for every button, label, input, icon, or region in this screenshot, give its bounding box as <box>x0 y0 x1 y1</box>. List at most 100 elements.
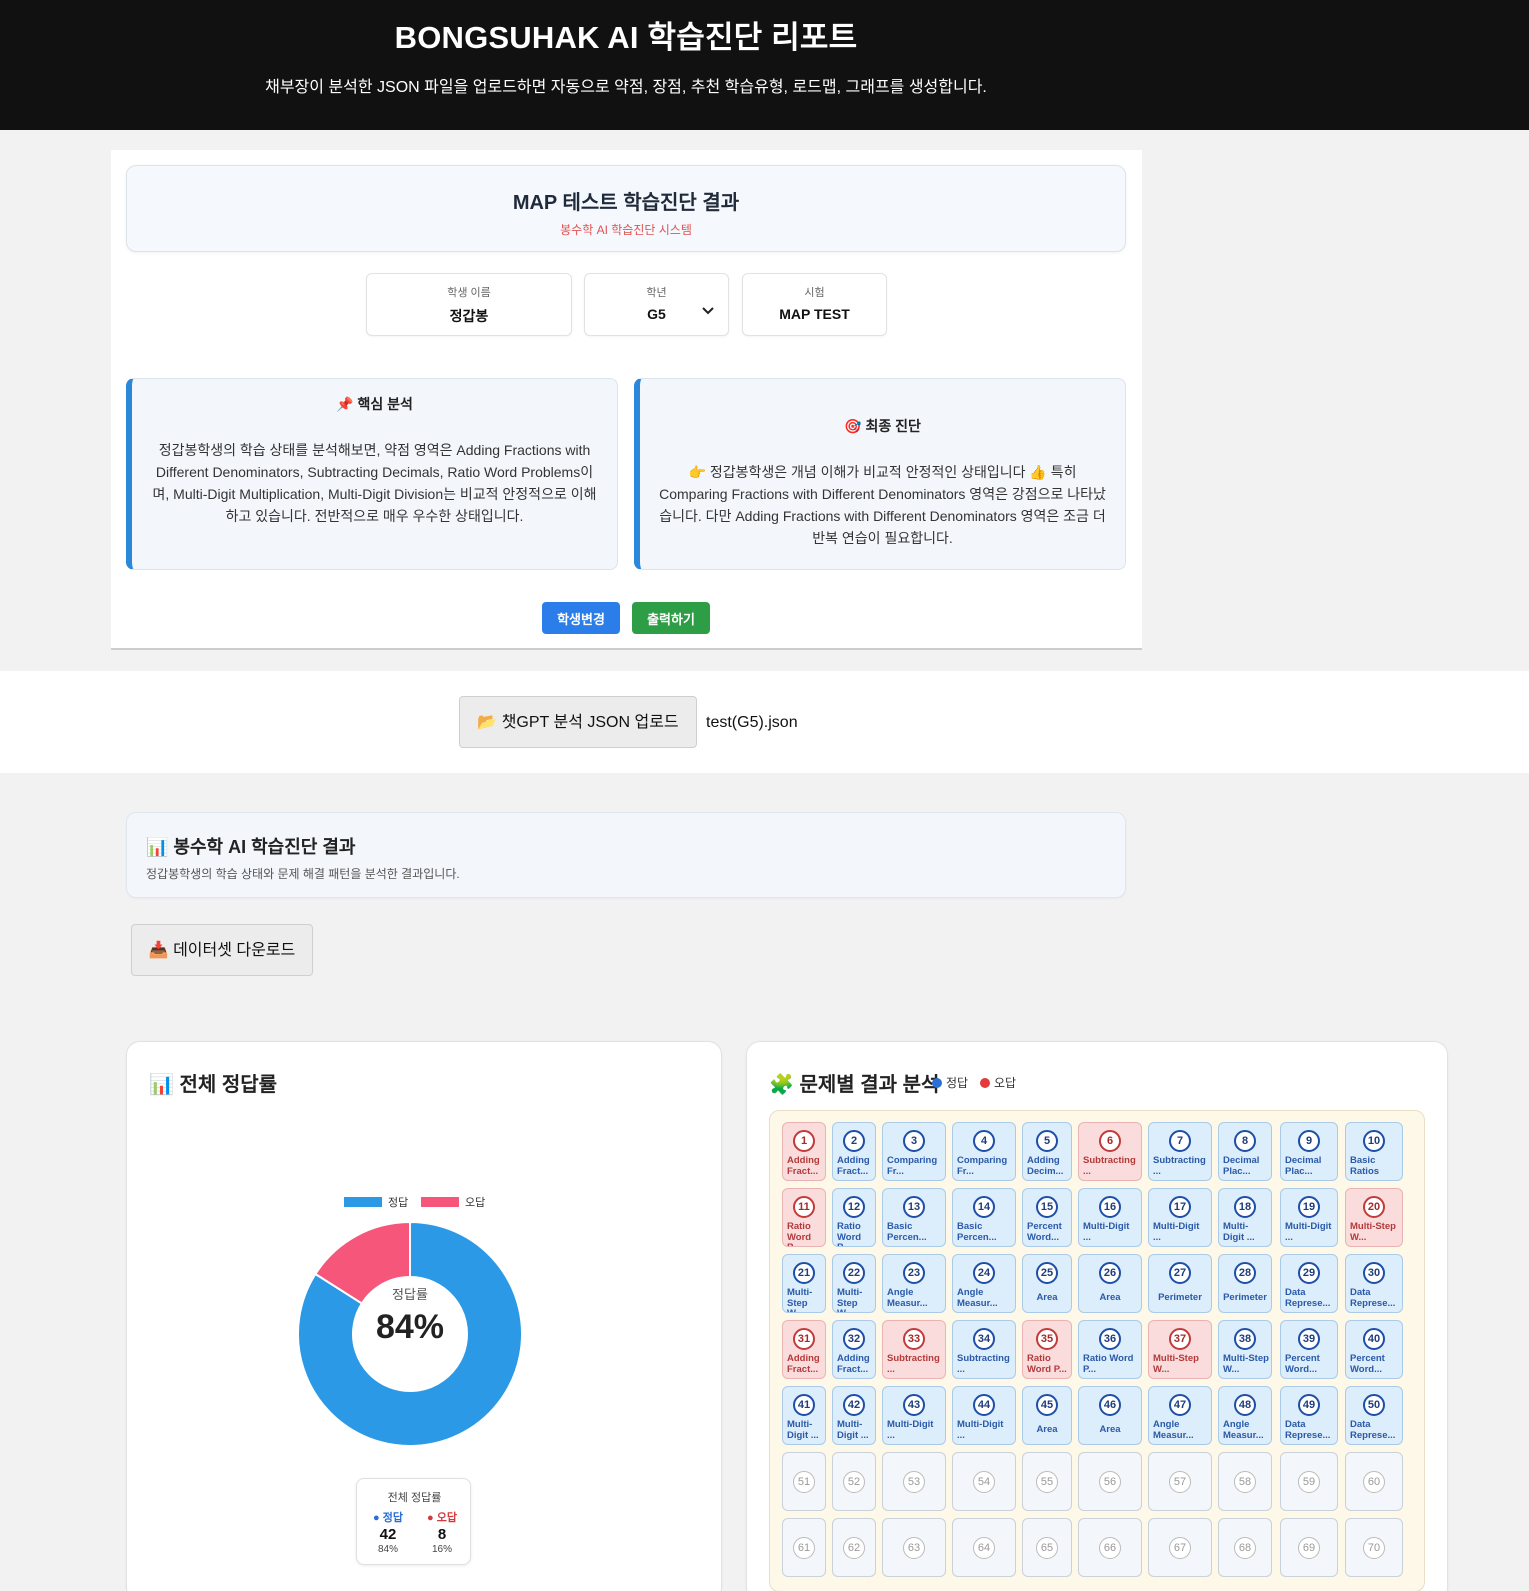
problem-topic-label: Area <box>1036 1425 1058 1435</box>
problem-number: 29 <box>1298 1262 1320 1284</box>
problem-cell-12[interactable]: 12 Ratio Word P... <box>832 1188 876 1247</box>
legend-correct[interactable]: 정답 <box>344 1194 408 1210</box>
problem-cell-52[interactable]: 52 <box>832 1452 876 1511</box>
problem-cell-19[interactable]: 19 Multi-Digit ... <box>1280 1188 1338 1247</box>
problem-cell-26[interactable]: 26 Area <box>1078 1254 1142 1313</box>
problem-cell-50[interactable]: 50 Data Represe... <box>1345 1386 1403 1445</box>
problem-cell-54[interactable]: 54 <box>952 1452 1016 1511</box>
problem-cell-13[interactable]: 13 Basic Percen... <box>882 1188 946 1247</box>
problem-cell-68[interactable]: 68 <box>1218 1518 1272 1577</box>
problem-cell-6[interactable]: 6 Subtracting ... <box>1078 1122 1142 1181</box>
problem-cell-11[interactable]: 11 Ratio Word P... <box>782 1188 826 1247</box>
problem-cell-45[interactable]: 45 Area <box>1022 1386 1072 1445</box>
problem-cell-53[interactable]: 53 <box>882 1452 946 1511</box>
problem-cell-59[interactable]: 59 <box>1280 1452 1338 1511</box>
problem-cell-14[interactable]: 14 Basic Percen... <box>952 1188 1016 1247</box>
problem-number: 70 <box>1363 1537 1385 1559</box>
problem-cell-66[interactable]: 66 <box>1078 1518 1142 1577</box>
problem-cell-41[interactable]: 41 Multi-Digit ... <box>782 1386 826 1445</box>
problem-number: 54 <box>973 1471 995 1493</box>
results-title: 📊 봉수학 AI 학습진단 결과 <box>146 837 356 857</box>
problem-cell-57[interactable]: 57 <box>1148 1452 1212 1511</box>
problem-cell-49[interactable]: 49 Data Represe... <box>1280 1386 1338 1445</box>
grade-select[interactable]: 학년 G5 <box>584 273 729 336</box>
student-name-field[interactable]: 학생 이름 정갑봉 <box>366 273 572 336</box>
problem-cell-32[interactable]: 32 Adding Fract... <box>832 1320 876 1379</box>
problem-cell-2[interactable]: 2 Adding Fract... <box>832 1122 876 1181</box>
problem-cell-28[interactable]: 28 Perimeter <box>1218 1254 1272 1313</box>
problem-cell-67[interactable]: 67 <box>1148 1518 1212 1577</box>
print-button[interactable]: 출력하기 <box>632 602 710 634</box>
legend-label-wrong: 오답 <box>465 1197 486 1209</box>
download-dataset-button[interactable]: 📥 데이터셋 다운로드 <box>131 924 313 976</box>
problem-cell-8[interactable]: 8 Decimal Plac... <box>1218 1122 1272 1181</box>
problem-topic-label: Subtracting ... <box>887 1354 940 1375</box>
problem-number: 5 <box>1036 1130 1058 1152</box>
problem-cell-60[interactable]: 60 <box>1345 1452 1403 1511</box>
problem-cell-20[interactable]: 20 Multi-Step W... <box>1345 1188 1403 1247</box>
problem-cell-25[interactable]: 25 Area <box>1022 1254 1072 1313</box>
problem-cell-61[interactable]: 61 <box>782 1518 826 1577</box>
problem-topic-label: Subtracting ... <box>1153 1156 1206 1177</box>
legend-wrong[interactable]: 오답 <box>421 1194 485 1210</box>
problem-cell-17[interactable]: 17 Multi-Digit ... <box>1148 1188 1212 1247</box>
problem-cell-43[interactable]: 43 Multi-Digit ... <box>882 1386 946 1445</box>
problem-topic-label: Subtracting ... <box>1083 1156 1136 1177</box>
problem-cell-22[interactable]: 22 Multi-Step W... <box>832 1254 876 1313</box>
problem-cell-42[interactable]: 42 Multi-Digit ... <box>832 1386 876 1445</box>
problem-cell-23[interactable]: 23 Angle Measur... <box>882 1254 946 1313</box>
core-analysis-title: 📌 핵심 분석 <box>336 396 413 412</box>
problem-cell-16[interactable]: 16 Multi-Digit ... <box>1078 1188 1142 1247</box>
problem-cell-69[interactable]: 69 <box>1280 1518 1338 1577</box>
problem-cell-55[interactable]: 55 <box>1022 1452 1072 1511</box>
problem-topic-label: Basic Ratios <box>1350 1156 1380 1177</box>
problem-cell-64[interactable]: 64 <box>952 1518 1016 1577</box>
problem-cell-34[interactable]: 34 Subtracting ... <box>952 1320 1016 1379</box>
problem-cell-51[interactable]: 51 <box>782 1452 826 1511</box>
problem-cell-21[interactable]: 21 Multi-Step W... <box>782 1254 826 1313</box>
problem-cell-56[interactable]: 56 <box>1078 1452 1142 1511</box>
problem-number: 35 <box>1036 1328 1058 1350</box>
problem-cell-30[interactable]: 30 Data Represe... <box>1345 1254 1403 1313</box>
problem-cell-18[interactable]: 18 Multi-Digit ... <box>1218 1188 1272 1247</box>
problem-cell-44[interactable]: 44 Multi-Digit ... <box>952 1386 1016 1445</box>
problem-cell-3[interactable]: 3 Comparing Fr... <box>882 1122 946 1181</box>
problem-cell-36[interactable]: 36 Ratio Word P... <box>1078 1320 1142 1379</box>
problem-cell-9[interactable]: 9 Decimal Plac... <box>1280 1122 1338 1181</box>
upload-json-button[interactable]: 📂 챗GPT 분석 JSON 업로드 <box>459 696 697 748</box>
problem-cell-70[interactable]: 70 <box>1345 1518 1403 1577</box>
problem-cell-24[interactable]: 24 Angle Measur... <box>952 1254 1016 1313</box>
change-student-button[interactable]: 학생변경 <box>542 602 620 634</box>
problem-cell-58[interactable]: 58 <box>1218 1452 1272 1511</box>
problem-cell-35[interactable]: 35 Ratio Word P... <box>1022 1320 1072 1379</box>
problem-cell-4[interactable]: 4 Comparing Fr... <box>952 1122 1016 1181</box>
problem-cell-40[interactable]: 40 Percent Word... <box>1345 1320 1403 1379</box>
problem-cell-33[interactable]: 33 Subtracting ... <box>882 1320 946 1379</box>
problem-topic-label: Decimal Plac... <box>1285 1156 1322 1177</box>
problem-cell-1[interactable]: 1 Adding Fract... <box>782 1122 826 1181</box>
problem-cell-38[interactable]: 38 Multi-Step W... <box>1218 1320 1272 1379</box>
problem-cell-39[interactable]: 39 Percent Word... <box>1280 1320 1338 1379</box>
problem-topic-label: Angle Measur... <box>887 1288 928 1309</box>
problem-topic-label: Multi-Digit ... <box>1083 1222 1130 1243</box>
problem-cell-47[interactable]: 47 Angle Measur... <box>1148 1386 1212 1445</box>
problem-cell-31[interactable]: 31 Adding Fract... <box>782 1320 826 1379</box>
problem-topic-label: Area <box>1099 1425 1121 1435</box>
problem-cell-62[interactable]: 62 <box>832 1518 876 1577</box>
problem-number: 67 <box>1169 1537 1191 1559</box>
problem-cell-48[interactable]: 48 Angle Measur... <box>1218 1386 1272 1445</box>
problem-topic-label: Decimal Plac... <box>1223 1156 1260 1177</box>
problem-cell-63[interactable]: 63 <box>882 1518 946 1577</box>
problem-cell-27[interactable]: 27 Perimeter <box>1148 1254 1212 1313</box>
problem-cell-10[interactable]: 10 Basic Ratios <box>1345 1122 1403 1181</box>
problem-cell-29[interactable]: 29 Data Represe... <box>1280 1254 1338 1313</box>
problem-cell-46[interactable]: 46 Area <box>1078 1386 1142 1445</box>
problem-cell-15[interactable]: 15 Percent Word... <box>1022 1188 1072 1247</box>
problem-cell-7[interactable]: 7 Subtracting ... <box>1148 1122 1212 1181</box>
problem-cell-37[interactable]: 37 Multi-Step W... <box>1148 1320 1212 1379</box>
problem-cell-5[interactable]: 5 Adding Decim... <box>1022 1122 1072 1181</box>
summary-wrong-count: 8 <box>437 1526 447 1543</box>
summary-wrong: ● 오답 8 16% <box>417 1509 467 1555</box>
problem-cell-65[interactable]: 65 <box>1022 1518 1072 1577</box>
problem-topic-label: Multi-Digit ... <box>1285 1222 1332 1243</box>
